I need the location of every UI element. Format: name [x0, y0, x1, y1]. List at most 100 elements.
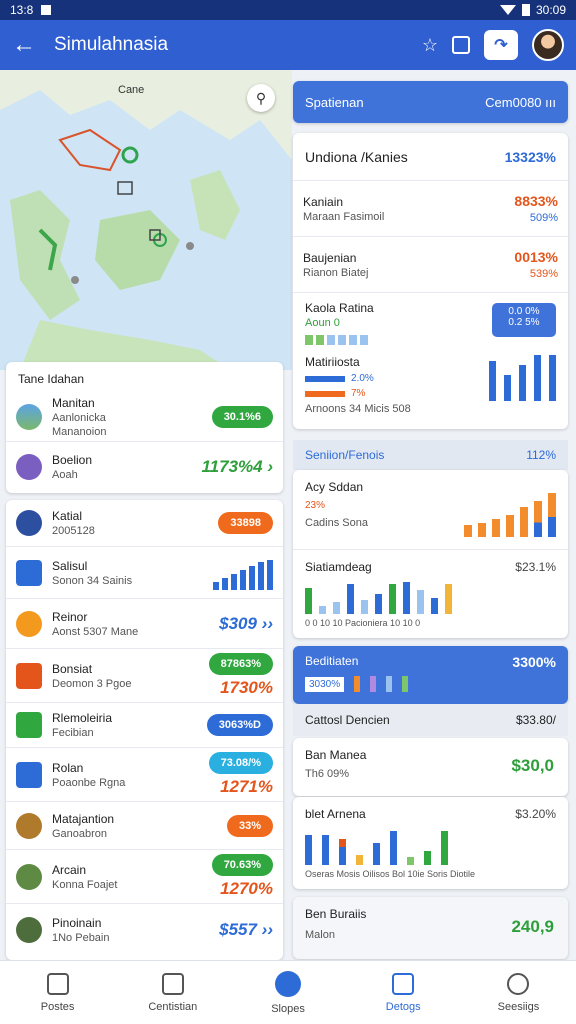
battery-icon — [521, 4, 530, 16]
value-text: 240,9 — [511, 917, 554, 936]
item-title: Katial — [52, 509, 83, 523]
grid-icon[interactable] — [452, 36, 470, 54]
value-text: 1173%4 › — [201, 457, 273, 476]
value-badge: 87863% — [208, 653, 273, 675]
mode-button[interactable]: ↷ — [484, 30, 518, 60]
value-stack: 73.08/% 1271% — [208, 752, 273, 797]
list-item-text: Arcain Konna Foajet — [52, 863, 212, 891]
back-button[interactable]: ← — [12, 31, 40, 59]
chart-axis-labels: 0 0 10 10 Pacioniera 10 10 0 — [305, 618, 421, 628]
item-title: Reinor — [52, 609, 88, 624]
blue-stat-card[interactable]: Beditiaten 3300% 3030% — [293, 646, 568, 704]
tab-centistian[interactable]: Centistian — [115, 961, 230, 1024]
value-stack: 87863% 1730% — [208, 653, 273, 698]
ben-card[interactable]: Ben Buraiis Malon 240,9 — [293, 897, 568, 959]
map-search-button[interactable]: ⚲ — [247, 84, 275, 112]
right-header-card[interactable]: Spatienan Cem0080 ııı — [293, 81, 568, 123]
item-title: Manitan — [52, 395, 95, 410]
list-item[interactable]: Bonsiat Deomon 3 Pgoe 87863% 1730% — [6, 649, 283, 703]
blue-card-header: Beditiaten 3300% — [305, 654, 556, 670]
clock-icon — [16, 454, 42, 480]
bon-card[interactable]: Ban Manea Th6 09% $30,0 — [293, 738, 568, 796]
star-icon[interactable]: ☆ — [422, 35, 438, 56]
list-item[interactable]: Pinoinain 1No Pebain $557 ›› — [6, 904, 283, 956]
value-sub: 7% — [351, 388, 366, 399]
value-text: 0013% — [514, 249, 558, 265]
list-item[interactable]: Matajantion Ganoabron 33% — [6, 802, 283, 850]
value-text: $30,0 — [511, 756, 554, 775]
value-badge: 33898 — [218, 512, 273, 534]
building-photo-icon — [16, 917, 42, 943]
control-value: $33.80/ — [515, 713, 556, 727]
list-item[interactable]: Reinor Aonst 5307 Mane $309 ›› — [6, 599, 283, 649]
value-text: 2.0% — [351, 373, 374, 384]
control-row[interactable]: Cattosl Dencien $33.80/ — [293, 704, 568, 736]
item-sub: Sonon 34 Sainis — [52, 574, 133, 587]
percent-box[interactable]: 0.0 0% 0.2 5% — [492, 303, 556, 337]
item-sub: Aoah — [52, 469, 78, 481]
tab-postes[interactable]: Postes — [0, 961, 115, 1024]
lock-icon — [16, 761, 42, 788]
list-item[interactable]: Katial 2005128 33898 — [6, 500, 283, 547]
item-title: Arcain — [52, 862, 87, 877]
item-title: Kaniain — [303, 194, 344, 209]
list-icon — [16, 712, 42, 738]
tab-slopes[interactable]: Slopes — [230, 961, 345, 1024]
chart-row[interactable]: Acy Sddan 23% Cadins Sona — [293, 470, 568, 550]
photo-icon — [16, 812, 42, 839]
mini-bar — [240, 569, 246, 590]
mini-bar — [213, 581, 219, 590]
value-text: 1730% — [220, 678, 273, 697]
chart-axis-labels: Oseras Mosis Oilisos Bol 10ie Soris Diot… — [305, 869, 476, 879]
list-item-text: Bonsiat Deomon 3 Pgoe — [52, 662, 209, 690]
tab-label: Seesiigs — [497, 1000, 540, 1013]
avatar[interactable] — [532, 29, 564, 61]
list-item[interactable]: Rlemoleiria Fecibian 3063%D — [6, 703, 283, 748]
status-clock: 30:09 — [535, 3, 566, 17]
sun-icon — [16, 610, 42, 637]
chart-row[interactable]: Siatiamdeag $23.1% 0 0 10 10 Pacioniera … — [293, 550, 568, 638]
item-sub: Arnoons 34 Micis 508 — [305, 403, 411, 415]
blet-card[interactable]: blet Arnena $3.20% Oseras Mosis Oilisos … — [293, 797, 568, 889]
stats-row[interactable]: Baujenian Rianon Biatej 0013% 539% — [293, 237, 568, 293]
calendar-icon — [16, 662, 42, 689]
stats-row-text: Kaniain Maraan Fasimoil — [303, 195, 514, 223]
list-item[interactable]: Salisul Sonon 34 Sainis — [6, 547, 283, 599]
item-sub: Konna Foajet — [52, 878, 118, 891]
blue-card-sub: 3030% — [305, 676, 345, 692]
list-item-text: Rolan Poaonbe Rgna — [52, 761, 209, 789]
mini-bar — [267, 559, 273, 590]
left-summary-card: Tane Idahan Manitan Aanlonicka Mananoion… — [6, 362, 283, 493]
list-item[interactable]: Manitan Aanlonicka Mananoion 30.1%6 — [6, 392, 283, 442]
section-header: Seniion/Fenois 112% — [293, 440, 568, 470]
value-badge: 3063%D — [206, 714, 273, 736]
map-view[interactable]: Cane — [0, 70, 292, 370]
value-stack: 0013% 539% — [514, 249, 558, 280]
house-icon — [392, 972, 415, 995]
blet-card-header: blet Arnena $3.20% — [305, 807, 556, 821]
value-badge: 70.63% — [211, 854, 273, 876]
value-text: $3.20% — [515, 807, 556, 821]
value-stack: 70.63% 1270% — [211, 854, 273, 899]
value-text: 1270% — [220, 879, 273, 898]
value-badge: 30.1%6 — [211, 405, 273, 428]
value-badge: 73.08/% — [208, 752, 273, 774]
list-item-text: Rlemoleiria Fecibian — [52, 711, 207, 739]
list-item[interactable]: Boelion Aoah 1173%4 › — [6, 442, 283, 492]
stats-row[interactable]: Kaniain Maraan Fasimoil 8833% 509% — [293, 181, 568, 237]
mini-bar — [231, 573, 237, 590]
tab-detogs[interactable]: Detogs — [346, 961, 461, 1024]
document-icon — [161, 972, 184, 995]
list-item-text: Boelion Aoah — [52, 453, 201, 481]
list-item[interactable]: Arcain Konna Foajet 70.63% 1270% — [6, 850, 283, 904]
item-sub: Ganoabron — [52, 827, 108, 840]
list-item[interactable]: Rolan Poaonbe Rgna 73.08/% 1271% — [6, 748, 283, 802]
tab-label: Slopes — [271, 1002, 305, 1015]
stats-card: Undiona /Kanies 13323% Kaniain Maraan Fa… — [293, 133, 568, 429]
item-sub-2: Mananoion — [52, 425, 107, 438]
item-sub: 2005128 — [52, 525, 95, 537]
value-text: $23.1% — [515, 560, 556, 574]
tab-seesiigs[interactable]: Seesiigs — [461, 961, 576, 1024]
list-item-text: Matajantion Ganoabron — [52, 812, 227, 840]
charts-card: Acy Sddan 23% Cadins Sona Siatiamdeag $2… — [293, 470, 568, 638]
